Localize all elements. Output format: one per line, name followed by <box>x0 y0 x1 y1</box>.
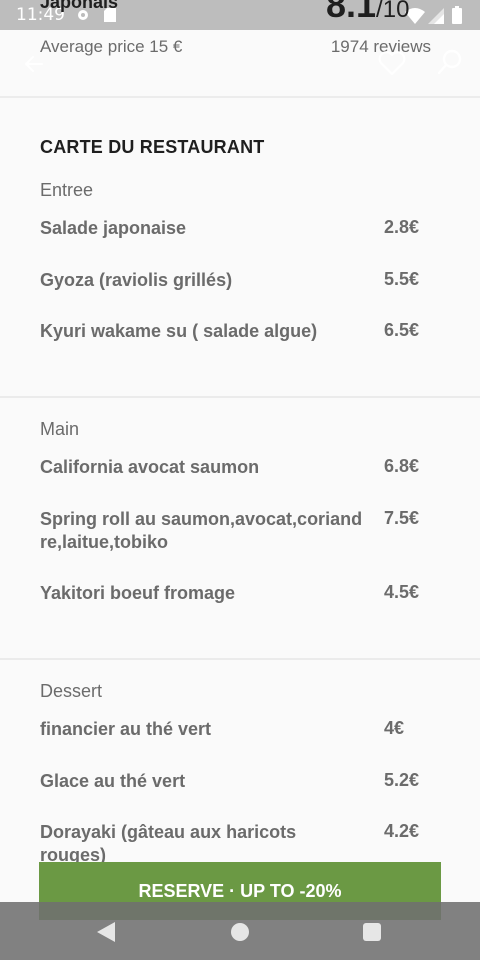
navigation-bar <box>0 902 480 960</box>
menu-item-price: 4.5€ <box>384 582 420 602</box>
menu-title: CARTE DU RESTAURANT <box>40 137 265 157</box>
signal-icon <box>428 8 444 24</box>
search-icon[interactable] <box>436 48 464 76</box>
section-divider <box>0 658 480 660</box>
section-divider <box>0 396 480 398</box>
battery-icon <box>452 6 462 24</box>
back-triangle-icon[interactable] <box>97 922 115 942</box>
menu-item-price: 2.8€ <box>384 217 420 237</box>
section-label-main: Main <box>40 419 80 439</box>
rating-value: 8.1 <box>326 0 377 25</box>
menu-item-price: 6.8€ <box>384 456 420 476</box>
average-price: Average price 15 € <box>40 37 183 56</box>
menu-item-price: 4.2€ <box>384 821 420 841</box>
restaurant-name: Japonais <box>40 0 119 12</box>
back-arrow-icon[interactable] <box>22 52 46 76</box>
menu-item-name: Gyoza (raviolis grillés) <box>40 270 233 290</box>
restaurant-summary: Average price 15 € 1974 reviews <box>0 30 480 98</box>
rating-scale: /10 <box>376 0 410 23</box>
menu-item-name: Yakitori boeuf fromage <box>40 583 236 603</box>
recents-square-icon[interactable] <box>363 923 381 941</box>
menu-item-price: 5.2€ <box>384 770 420 790</box>
menu-item-name: Salade japonaise <box>40 218 187 238</box>
menu-item-name: California avocat saumon <box>40 457 260 477</box>
menu-item-name: Dorayaki (gâteau aux haricots rouges) <box>40 822 297 865</box>
menu-item-price: 7.5€ <box>384 508 420 528</box>
heart-icon[interactable] <box>378 50 406 76</box>
menu-item-price: 5.5€ <box>384 269 420 289</box>
section-label-entree: Entree <box>40 180 94 200</box>
section-label-dessert: Dessert <box>40 681 103 701</box>
home-circle-icon[interactable] <box>231 923 249 941</box>
menu-item-name: financier au thé vert <box>40 719 212 739</box>
menu-item-name: Glace au thé vert <box>40 771 186 791</box>
menu-item-name: Spring roll au saumon,avocat,coriandre,l… <box>40 509 363 552</box>
restaurant-rating: 8.1/10 <box>326 0 409 26</box>
menu-item-price: 6.5€ <box>384 320 420 340</box>
menu-item-name: Kyuri wakame su ( salade algue) <box>40 321 318 341</box>
menu-item-price: 4€ <box>384 718 405 738</box>
